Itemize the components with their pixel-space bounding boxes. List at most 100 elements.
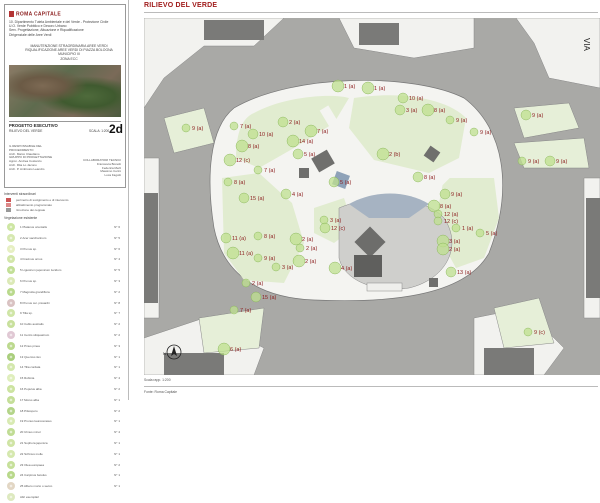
legend-label: 18 Pittosporo	[20, 408, 38, 413]
legend-tree-row: Altri esemplari	[4, 492, 124, 503]
logo: ROMA CAPITALE	[9, 11, 61, 17]
small-structure	[429, 278, 438, 287]
legend-tree-row: 15 Robinia N° 4	[4, 373, 124, 384]
tree-icon	[7, 320, 15, 329]
legend-tree-row: 16 Populus alba N° 2	[4, 384, 124, 395]
tree-crown	[280, 188, 292, 200]
dept-line: Dirigenziale delle Aree Verdi	[9, 32, 52, 37]
legend-tree-row: 4 Fraxinus ornus N° 4	[4, 254, 124, 265]
legend-label: 24 Carpinus betulus	[20, 473, 47, 478]
aerial-photo	[9, 65, 121, 117]
tree-icon	[7, 287, 15, 296]
tree-label: 9 (a)	[480, 130, 491, 136]
dark-rooftop	[484, 348, 534, 375]
tree-label: 8 (a)	[424, 175, 435, 181]
tree-crown	[319, 222, 331, 234]
tree-crown	[520, 109, 532, 121]
tree-icon	[7, 309, 15, 318]
legend-swatch	[6, 198, 11, 202]
legend-label: 21 Sophora japonica	[20, 440, 48, 445]
legend-tree-row: 13 Quercus ilex N° 1	[4, 352, 124, 363]
footer-scale: Scala rapp. 1:200	[144, 378, 171, 382]
tree-icon	[7, 406, 15, 415]
tree-crown	[331, 79, 345, 93]
tree-crown	[523, 327, 533, 337]
legend-tree-row: 6 Prunus sp. N° 3	[4, 276, 124, 287]
tree-crown	[517, 156, 527, 166]
dark-rooftop	[144, 193, 158, 303]
tree-label: 10 (a)	[259, 132, 274, 138]
legend-label: Altri esemplari	[20, 494, 40, 499]
tree-icon	[7, 438, 15, 447]
tree-label: 15 (a)	[250, 196, 265, 202]
legend-count: N° 3	[114, 343, 120, 348]
legend-count: N° 6	[114, 225, 120, 229]
legend-label: 3 Prunus sp.	[20, 246, 37, 251]
title-block: ROMA CAPITALE 10. Dipartimento Tutela Am…	[4, 4, 126, 188]
tree-label: 2 (a)	[289, 120, 300, 126]
tree-label: 1 (a)	[374, 86, 385, 92]
tree-crown	[235, 139, 249, 153]
tree-crown	[253, 165, 263, 175]
tree-crown	[292, 148, 304, 160]
tree-label: 8 (a)	[234, 180, 245, 186]
legend-count: N° 1	[114, 451, 120, 456]
tree-crown	[328, 261, 342, 275]
tree-icon	[7, 449, 15, 458]
tree-crown	[286, 134, 300, 148]
tree-crown	[319, 215, 329, 225]
divider	[9, 121, 121, 122]
tree-label: 4 (a)	[292, 192, 303, 198]
legend-count: N° 2	[114, 322, 120, 327]
tree-icon	[7, 352, 15, 361]
legend-heading: Vegetazione esistente	[4, 216, 38, 220]
legend-label: 16 Populus alba	[20, 386, 42, 391]
legend-count: N° 1	[114, 484, 120, 489]
tree-label: 13 (a)	[457, 270, 472, 276]
tree-label: 8 (a)	[440, 204, 451, 210]
legend-count: N° 6	[114, 246, 120, 251]
tree-label: 12 (c)	[331, 226, 345, 232]
legend-count: N° 7	[114, 311, 120, 316]
legend-count: N° 4	[114, 430, 120, 435]
logo-text: ROMA CAPITALE	[16, 11, 62, 18]
legend-count: N° 2	[114, 332, 120, 337]
tree-icon	[7, 244, 15, 253]
tree-icon	[7, 255, 15, 264]
legend-tree-row: 2 Acer saccharinum N° 5	[4, 233, 124, 244]
drawing-title: RILIEVO DEL VERDE	[144, 2, 218, 9]
legend-count: N° 1	[114, 419, 120, 424]
tree-label: 2 (a)	[305, 259, 316, 265]
tree-icon	[7, 492, 15, 501]
tree-crown	[328, 176, 340, 188]
legend-label: 12 Pinus pinea	[20, 343, 40, 348]
tree-crown	[544, 155, 556, 167]
tree-icon	[7, 384, 15, 393]
tree-icon	[7, 428, 15, 437]
legend-count: N° 4	[114, 376, 120, 381]
dark-rooftop	[359, 23, 399, 45]
legend-swatch	[6, 203, 11, 207]
tree-crown	[361, 81, 375, 95]
tree-crown	[253, 231, 263, 241]
tree-crown	[253, 253, 263, 263]
legend-label: 23 Olea europaea	[20, 462, 45, 467]
tree-crown	[238, 192, 250, 204]
dark-rooftop	[204, 20, 264, 40]
legend-count: N° 2	[114, 386, 120, 391]
small-structure	[299, 168, 309, 178]
legend-label: 9 Tilia sp.	[20, 311, 33, 316]
legend-label: perimetro di svolgimento e di intervento	[16, 198, 69, 202]
tree-label: 3 (a)	[282, 265, 293, 271]
legend-tree-row: 19 Prunus laurocerasus N° 1	[4, 416, 124, 427]
tree-icon	[7, 330, 15, 339]
legend-tree-row: 22 Schinus molle N° 1	[4, 449, 124, 460]
drawing-type: PROGETTO ESECUTIVO	[9, 123, 58, 128]
responsibles-left: IL RESPONSABILE DEL PROCEDIMENTO Arch. M…	[9, 144, 65, 172]
legend-tree-row: 14 Tilia cordata N° 1	[4, 362, 124, 373]
tree-icon	[7, 341, 15, 350]
tree-label: 9 (a)	[451, 192, 462, 198]
department-info: 10. Dipartimento Tutela Ambientale e del…	[9, 20, 121, 37]
tree-icon	[7, 374, 15, 383]
tree-label: 1 (a)	[344, 84, 355, 90]
